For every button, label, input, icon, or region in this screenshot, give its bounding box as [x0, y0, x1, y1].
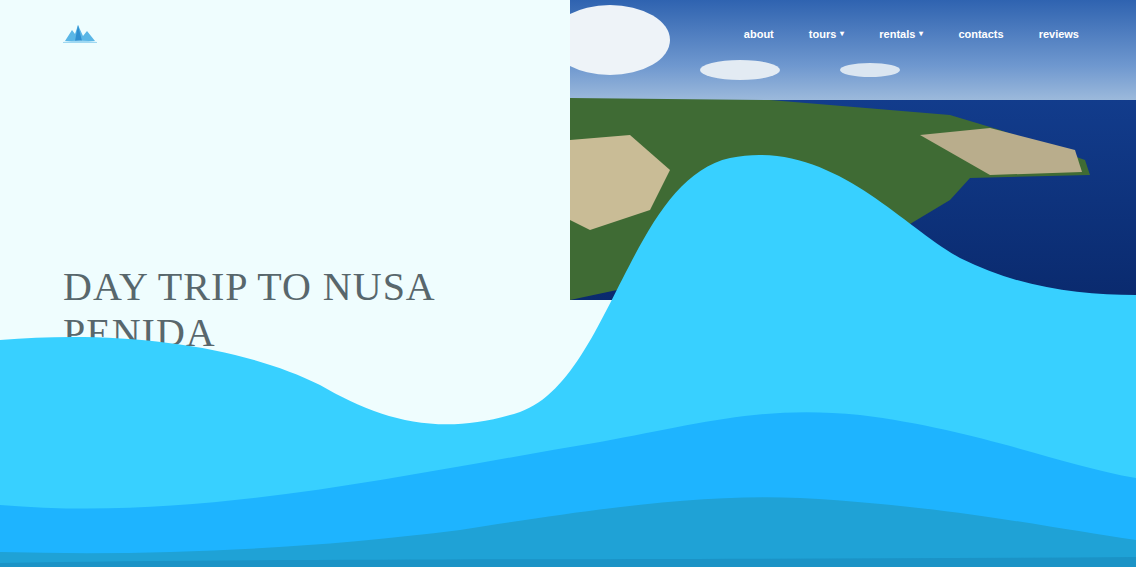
nav-label[interactable]: contacts: [958, 26, 1003, 43]
nav-label[interactable]: reviews: [1039, 26, 1079, 43]
caret-icon[interactable]: ▾: [840, 30, 844, 38]
hero-title: DAY TRIP TO NUSA PENIDA: [63, 264, 503, 356]
waves: [0, 0, 1136, 567]
nav-label[interactable]: about: [744, 26, 774, 43]
logo-icon[interactable]: [63, 22, 97, 44]
caret-icon[interactable]: ▾: [919, 30, 923, 38]
nav-item[interactable]: reviews: [1039, 26, 1079, 43]
nav-item[interactable]: about: [744, 26, 774, 43]
main-nav: abouttours▾rentals▾contactsreviews: [744, 26, 1079, 43]
page: DAY TRIP TO NUSA PENIDA: [0, 0, 1136, 567]
nav-item[interactable]: contacts: [958, 26, 1003, 43]
nav-item[interactable]: rentals ▾: [879, 26, 923, 43]
left-panel: DAY TRIP TO NUSA PENIDA: [0, 0, 570, 567]
photo: [570, 0, 1136, 300]
nav-label[interactable]: tours: [809, 26, 837, 43]
nav-item[interactable]: tours▾: [809, 26, 845, 43]
nav-label[interactable]: rentals: [879, 26, 915, 43]
